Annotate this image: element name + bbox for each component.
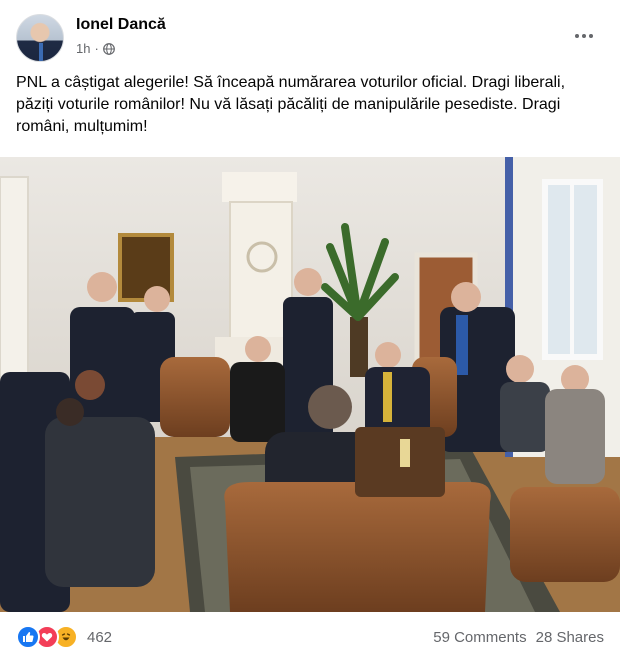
post-header: Ionel Dancă 1h · xyxy=(16,12,604,64)
post-stats: 462 59 Comments 28 Shares xyxy=(16,622,604,652)
more-dot xyxy=(589,34,593,38)
more-dot xyxy=(582,34,586,38)
post-meta: 1h · xyxy=(76,41,115,56)
avatar[interactable] xyxy=(16,14,64,62)
post-text: PNL a câștigat alegerile! Să înceapă num… xyxy=(16,74,566,135)
post-time[interactable]: 1h xyxy=(76,41,90,56)
like-icon xyxy=(16,625,40,649)
reaction-count[interactable]: 462 xyxy=(87,629,112,646)
post-photo[interactable] xyxy=(0,157,620,612)
author-name[interactable]: Ionel Dancă xyxy=(76,16,166,34)
reactions[interactable]: 462 xyxy=(16,625,112,649)
more-options-button[interactable] xyxy=(566,22,602,50)
photo-scene xyxy=(0,157,620,612)
post-card: Ionel Dancă 1h · PNL a câștigat alegeril… xyxy=(0,0,620,663)
globe-icon xyxy=(102,42,115,55)
engagement-links: 59 Comments 28 Shares xyxy=(433,629,604,646)
comments-link[interactable]: 59 Comments xyxy=(433,629,526,646)
more-dot xyxy=(575,34,579,38)
shares-link[interactable]: 28 Shares xyxy=(536,629,604,646)
